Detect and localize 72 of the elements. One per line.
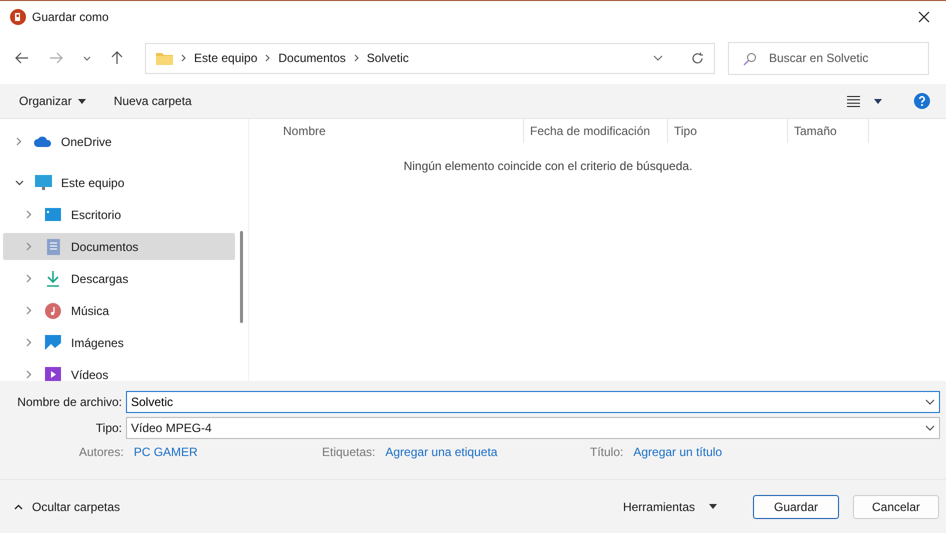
breadcrumb-item[interactable]: Solvetic <box>366 51 409 65</box>
tree-item[interactable]: Vídeos <box>3 361 235 381</box>
chevron-down-icon[interactable] <box>83 56 91 60</box>
filename-field[interactable]: Solvetic <box>126 391 940 413</box>
tree-item-label: Descargas <box>71 272 128 286</box>
chevron-down-icon[interactable] <box>925 399 935 405</box>
chevron-right-icon <box>265 54 270 62</box>
field-label: Tipo: <box>94 421 123 435</box>
breadcrumb-item[interactable]: Documentos <box>278 51 346 65</box>
scrollbar-thumb[interactable] <box>240 231 243 323</box>
save-button[interactable]: Guardar <box>753 494 839 518</box>
cancel-button[interactable]: Cancelar <box>853 494 939 518</box>
chevron-right-icon <box>181 54 186 62</box>
caret-icon <box>78 98 86 104</box>
refresh-icon[interactable] <box>691 52 704 64</box>
tree-item-label: Imágenes <box>71 336 124 350</box>
empty-message: Ningún elemento coincide con el criterio de búsqueda. <box>402 159 694 173</box>
meta-link[interactable]: Agregar una etiqueta <box>385 445 498 459</box>
caret-icon <box>709 504 717 509</box>
tree-item[interactable]: Música <box>3 297 235 324</box>
search-field[interactable]: Buscar en Solvetic <box>728 42 929 74</box>
back-arrow-icon[interactable] <box>15 52 29 64</box>
tree-item[interactable]: Descargas <box>3 265 235 292</box>
field-label: Nombre de archivo: <box>16 395 123 409</box>
desktop-icon <box>45 208 61 221</box>
document-icon <box>46 238 60 254</box>
up-arrow-icon[interactable] <box>111 51 123 65</box>
meta-label: Título: <box>590 445 624 459</box>
tree-item[interactable]: Documentos <box>3 233 235 260</box>
meta-label: Autores: <box>79 445 124 459</box>
music-icon <box>45 302 61 318</box>
breadcrumb-item[interactable]: Este equipo <box>194 51 258 65</box>
tree-item[interactable]: Este equipo <box>3 169 235 196</box>
tree-item-label: Escritorio <box>71 208 122 222</box>
chevron-down-icon[interactable] <box>653 55 663 61</box>
tree-item[interactable]: OneDrive <box>3 128 235 155</box>
monitor-icon <box>34 174 52 190</box>
tree-item-label: Vídeos <box>71 368 108 381</box>
tree-item[interactable]: Escritorio <box>3 201 235 228</box>
list-view-icon[interactable] <box>847 96 860 106</box>
help-icon[interactable] <box>914 93 930 109</box>
folder-icon <box>156 51 173 65</box>
image-icon <box>45 335 61 350</box>
hide-folders-button[interactable]: Ocultar carpetas <box>14 500 120 514</box>
tree-item-label: Documentos <box>71 240 138 254</box>
tree-item[interactable]: Imágenes <box>3 329 235 356</box>
close-icon[interactable] <box>918 10 930 22</box>
dropdown-caret-icon[interactable] <box>874 98 882 104</box>
tree-item-label: OneDrive <box>61 134 112 148</box>
chevron-down-icon <box>925 425 935 431</box>
tree-item-label: Música <box>71 304 110 318</box>
meta-link[interactable]: PC GAMER <box>134 445 198 459</box>
window-title: Guardar como <box>32 10 109 24</box>
cloud-icon <box>34 136 52 147</box>
tools-button[interactable]: Herramientas <box>616 498 723 514</box>
tree-item-label: Este equipo <box>61 176 124 190</box>
column-header[interactable]: Nombre <box>249 119 524 143</box>
type-dropdown[interactable]: Vídeo MPEG-4 <box>126 417 940 439</box>
meta-link[interactable]: Agregar un título <box>633 445 722 459</box>
chevron-right-icon <box>354 54 359 62</box>
app-icon <box>10 8 26 24</box>
chevron-icon[interactable] <box>13 180 25 186</box>
column-header[interactable]: Tamaño <box>788 119 869 143</box>
column-header[interactable]: Fecha de modificación <box>524 119 668 143</box>
new-folder-button[interactable]: Nueva carpeta <box>104 90 201 112</box>
column-header[interactable]: Tipo <box>668 119 788 143</box>
organize-button[interactable]: Organizar <box>10 90 95 112</box>
chevron-up-icon <box>14 504 23 510</box>
download-icon <box>46 270 60 286</box>
address-bar[interactable]: Este equipo Documentos Solvetic <box>145 42 715 74</box>
meta-label: Etiquetas: <box>322 445 376 459</box>
search-icon <box>743 52 757 66</box>
